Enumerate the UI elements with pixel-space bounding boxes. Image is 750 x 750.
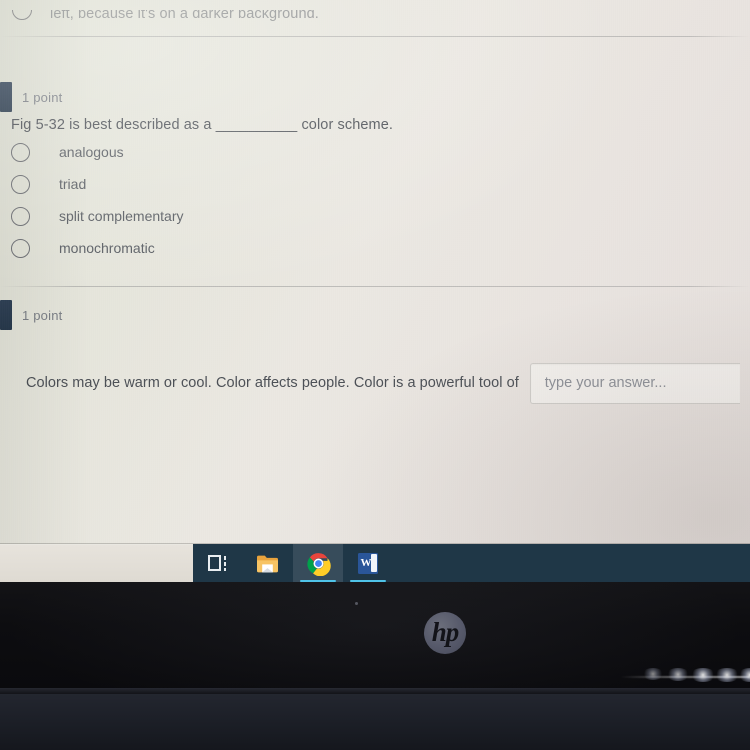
laptop-screen: left, because it's on a darker backgroun…: [0, 0, 750, 544]
taskbar-icon-group: W: [193, 544, 393, 582]
question-2-prompt: Colors may be warm or cool. Color affect…: [26, 375, 519, 391]
task-view-icon: [208, 555, 228, 571]
radio-button-icon[interactable]: [11, 238, 30, 258]
question-2-points-badge: 1 point: [0, 300, 62, 330]
taskbar-item-chrome[interactable]: [293, 544, 343, 582]
previous-question-cutoff: left, because it's on a darker backgroun…: [0, 10, 750, 38]
option-label: triad: [59, 176, 87, 192]
quiz-page: left, because it's on a darker backgroun…: [0, 0, 750, 544]
previous-question-option-label: left, because it's on a darker backgroun…: [50, 10, 319, 22]
taskbar-item-word[interactable]: W: [343, 544, 393, 582]
radio-button-icon[interactable]: [11, 142, 30, 162]
radio-button-icon[interactable]: [11, 174, 30, 194]
laptop-lower-body: [0, 694, 750, 750]
taskbar-item-task-view[interactable]: [193, 544, 243, 582]
question-1-option-split-complementary[interactable]: split complementary: [11, 203, 184, 229]
bottom-right-light-blooms: [640, 664, 750, 690]
points-label: 1 point: [22, 89, 63, 105]
answer-input-placeholder: type your answer...: [544, 375, 667, 391]
hp-logo-text: hp: [431, 616, 460, 647]
answer-input[interactable]: type your answer...: [529, 362, 740, 404]
radio-button-icon[interactable]: [11, 206, 30, 226]
laptop-photo: left, because it's on a darker backgroun…: [0, 0, 750, 750]
chrome-icon: [306, 552, 331, 576]
option-label: split complementary: [59, 208, 184, 224]
file-explorer-icon: [257, 555, 278, 572]
option-label: monochromatic: [59, 240, 155, 256]
question-1-option-monochromatic[interactable]: monochromatic: [11, 235, 155, 261]
question-1-option-analogous[interactable]: analogous: [11, 139, 124, 165]
question-1-prompt: Fig 5-32 is best described as a ________…: [11, 117, 394, 133]
taskbar-search-text: rch: [0, 556, 1, 571]
hp-logo: hp: [424, 612, 466, 654]
bezel-speck: [355, 602, 358, 605]
windows-taskbar: rch: [0, 544, 750, 582]
radio-button-icon[interactable]: [12, 10, 32, 20]
points-bar-indicator: [0, 82, 12, 112]
taskbar-search-box[interactable]: rch: [0, 544, 193, 582]
points-label: 1 point: [22, 307, 63, 323]
word-icon: W: [358, 552, 378, 574]
taskbar-item-file-explorer[interactable]: [243, 544, 293, 582]
question-1-option-triad[interactable]: triad: [11, 171, 86, 197]
question-1-points-badge: 1 point: [0, 82, 62, 112]
question-2-fill-in-row: Colors may be warm or cool. Color affect…: [26, 362, 750, 404]
points-bar-indicator: [0, 300, 12, 330]
section-divider: [0, 36, 750, 37]
option-label: analogous: [59, 144, 124, 160]
section-divider: [0, 286, 750, 287]
